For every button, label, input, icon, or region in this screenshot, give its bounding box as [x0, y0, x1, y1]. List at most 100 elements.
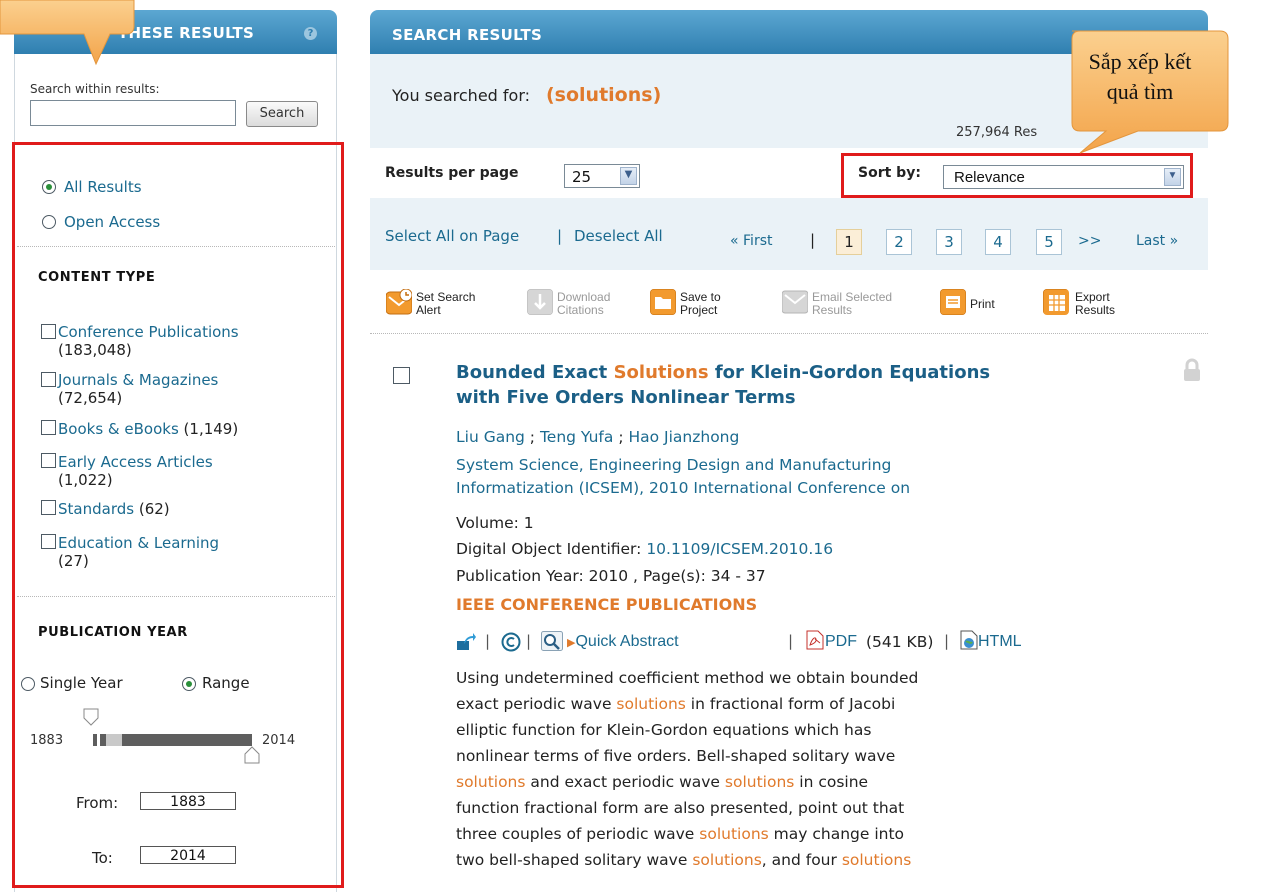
doi-link[interactable]: 10.1109/ICSEM.2010.16: [646, 540, 833, 558]
results-per-page-label: Results per page: [385, 165, 519, 181]
tool-label: Project: [680, 303, 718, 317]
result-type-link[interactable]: IEEE CONFERENCE PUBLICATIONS: [456, 593, 757, 616]
separator: |: [810, 231, 816, 249]
share-icon[interactable]: [456, 633, 476, 651]
divider: [370, 333, 1208, 334]
title-part: for Klein-Gordon Equations: [708, 362, 991, 383]
abstract-text: nonlinear terms of five orders. Bell-sha…: [456, 747, 896, 765]
tool-label: Citations: [557, 303, 604, 317]
abstract-text: , and four: [761, 851, 842, 869]
abstract-highlight: solutions: [456, 773, 526, 791]
searched-for-label: You searched for:: [392, 86, 531, 105]
title-highlight: Solutions: [613, 362, 709, 383]
abstract-line: nonlinear terms of five orders. Bell-sha…: [456, 743, 918, 769]
page-button[interactable]: 3: [936, 229, 962, 255]
select-all-link[interactable]: Select All on Page: [385, 227, 519, 245]
results-per-page-value: 25: [572, 168, 592, 186]
page-bottom-edge: [344, 884, 1263, 892]
callout-sort-text: Sắp xếp kết quả tìm: [1070, 47, 1210, 107]
abstract-text: exact periodic wave: [456, 695, 617, 713]
result-abstract: Using undetermined coefficient method we…: [456, 665, 918, 873]
tool-label: Results: [1075, 303, 1116, 317]
abstract-line: two bell-shaped solitary wave solutions,…: [456, 847, 918, 873]
download-icon: [527, 289, 553, 315]
print-icon: [940, 289, 966, 315]
abstract-highlight: solutions: [841, 851, 912, 869]
title-part: with Five Orders Nonlinear Terms: [456, 387, 796, 408]
tool-label: Set Search: [416, 290, 476, 304]
first-page-link[interactable]: « First: [730, 233, 772, 249]
venue-link[interactable]: System Science, Engineering Design and M…: [456, 454, 910, 500]
abstract-highlight: solutions: [692, 851, 762, 869]
author-separator: ;: [524, 428, 540, 446]
title-part: Bounded Exact: [456, 362, 614, 383]
venue-line: System Science, Engineering Design and M…: [456, 456, 892, 474]
deselect-all-link[interactable]: Deselect All: [574, 227, 663, 245]
search-results-title: SEARCH RESULTS: [392, 26, 543, 44]
tool-label: Print: [970, 297, 995, 311]
author-link[interactable]: Hao Jianzhong: [628, 428, 739, 446]
page-button[interactable]: 2: [886, 229, 912, 255]
result-volume: Volume: 1: [456, 514, 534, 532]
result-publication-year: Publication Year: 2010 , Page(s): 34 - 3…: [456, 567, 766, 585]
quick-abstract-label: Quick Abstract: [575, 633, 679, 650]
venue-line: Informatization (ICSEM), 2010 Internatio…: [456, 479, 911, 497]
result-title-link[interactable]: Bounded Exact Solutions for Klein-Gordon…: [456, 360, 990, 410]
separator: |: [557, 227, 563, 245]
abstract-text: Using undetermined coefficient method we…: [456, 669, 919, 687]
help-icon[interactable]: ?: [304, 27, 317, 40]
search-query: (solutions): [546, 84, 662, 106]
separator: |: [485, 632, 491, 650]
separator: |: [944, 632, 950, 650]
html-icon[interactable]: [960, 630, 978, 650]
folder-icon: [650, 289, 676, 315]
tool-label: Alert: [416, 303, 441, 317]
abstract-line: solutions and exact periodic wave soluti…: [456, 769, 918, 795]
doi-label: Digital Object Identifier:: [456, 540, 647, 558]
search-within-label: Search within results:: [30, 82, 160, 96]
search-within-input[interactable]: [30, 100, 236, 126]
page-button[interactable]: 5: [1036, 229, 1062, 255]
page-button[interactable]: 4: [985, 229, 1011, 255]
annotation-highlight-filters: [12, 142, 344, 888]
callout-line: quả tìm: [1106, 79, 1174, 104]
copyright-icon[interactable]: [501, 632, 521, 652]
result-select-checkbox[interactable]: [393, 367, 410, 384]
export-icon: [1043, 289, 1069, 315]
page-button-current[interactable]: 1: [836, 229, 862, 255]
results-per-page-select[interactable]: 25 ▼: [564, 164, 640, 188]
alarm-mail-icon: [386, 289, 412, 315]
pdf-icon[interactable]: [806, 630, 824, 650]
tool-label: Results: [812, 303, 853, 317]
next-pages-link[interactable]: >>: [1078, 233, 1101, 249]
author-link[interactable]: Liu Gang: [456, 428, 525, 446]
abstract-highlight: solutions: [699, 825, 769, 843]
abstract-line: Using undetermined coefficient method we…: [456, 665, 918, 691]
search-within-button[interactable]: Search: [246, 101, 318, 127]
abstract-line: elliptic function for Klein-Gordon equat…: [456, 717, 918, 743]
lock-icon: [1184, 358, 1200, 381]
callout-line: Sắp xếp kết: [1088, 49, 1192, 74]
abstract-line: three couples of periodic wave solutions…: [456, 821, 918, 847]
tool-label: Export: [1075, 290, 1110, 304]
html-link[interactable]: HTML: [978, 633, 1022, 651]
pdf-link[interactable]: PDF: [825, 633, 857, 651]
abstract-text: and exact periodic wave: [525, 773, 725, 791]
results-count: 257,964 Res: [956, 125, 1038, 140]
abstract-text: in cosine: [794, 773, 869, 791]
abstract-text: may change into: [768, 825, 905, 843]
author-link[interactable]: Teng Yufa: [540, 428, 613, 446]
quick-abstract-link[interactable]: ▶Quick Abstract: [567, 633, 679, 651]
separator: |: [526, 632, 532, 650]
abstract-text: two bell-shaped solitary wave: [456, 851, 693, 869]
author-separator: ;: [613, 428, 629, 446]
abstract-highlight: solutions: [616, 695, 686, 713]
abstract-line: function fractional form are also presen…: [456, 795, 918, 821]
magnifier-icon[interactable]: [541, 631, 563, 651]
abstract-highlight: solutions: [724, 773, 795, 791]
abstract-text: three couples of periodic wave: [456, 825, 700, 843]
last-page-link[interactable]: Last »: [1136, 233, 1178, 249]
email-icon: [782, 290, 808, 314]
tool-label: Download: [557, 290, 611, 304]
abstract-text: in fractional form of Jacobi: [685, 695, 896, 713]
